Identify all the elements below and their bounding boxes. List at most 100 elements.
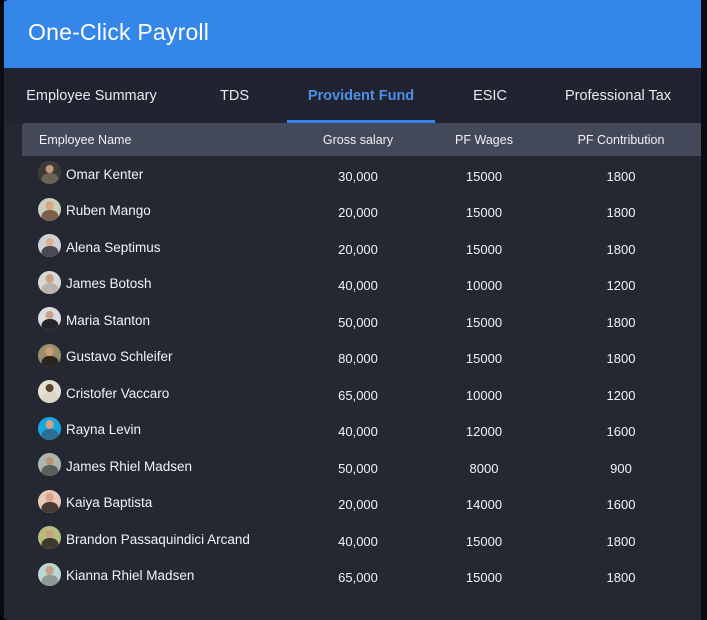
avatar xyxy=(38,380,61,403)
table-row[interactable]: Kaiya Baptista 20,000 14000 1600 xyxy=(0,485,707,522)
cell-gross: 65,000 xyxy=(338,387,378,403)
cell-pf_contrib: 900 xyxy=(610,460,632,476)
cell-name: Kianna Rhiel Madsen xyxy=(66,568,195,584)
avatar-torso xyxy=(40,501,59,513)
cell-name: Rayna Levin xyxy=(66,422,142,438)
avatar-torso xyxy=(40,574,59,586)
avatar-torso xyxy=(40,173,59,184)
table-row[interactable]: Ruben Mango 20,000 15000 1800 xyxy=(0,193,707,230)
tab-label: Professional Tax xyxy=(564,87,672,104)
tab-tds[interactable]: TDS xyxy=(216,68,253,123)
column-header-name[interactable]: Employee Name xyxy=(39,123,131,156)
tab-label: TDS xyxy=(220,87,249,104)
avatar-head xyxy=(45,493,54,502)
tab-professional-tax[interactable]: Professional Tax xyxy=(556,68,680,123)
cell-pf_contrib: 1800 xyxy=(606,314,636,330)
table-header-row: Employee Name Gross salary PF Wages PF Cont… xyxy=(22,123,707,156)
avatar-head xyxy=(45,347,54,356)
tab-label: ESIC xyxy=(473,87,507,104)
avatar-head xyxy=(45,383,54,393)
avatar-head xyxy=(45,310,54,320)
cell-pf_wages: 8000 xyxy=(469,460,499,476)
table-row[interactable]: Brandon Passaquindici Arcand 40,000 15000 1… xyxy=(0,521,707,558)
tab-label: Employee Summary xyxy=(26,87,157,104)
window-right-edge xyxy=(701,0,707,620)
cell-name: Maria Stanton xyxy=(66,312,151,328)
avatar-head xyxy=(45,237,54,247)
cell-name: Alena Septimus xyxy=(66,239,161,255)
cell-pf_contrib: 1800 xyxy=(606,168,636,184)
avatar xyxy=(38,234,61,257)
cell-name: Kaiya Baptista xyxy=(66,495,153,511)
avatar-torso xyxy=(40,538,59,549)
cell-pf_wages: 12000 xyxy=(465,424,503,440)
cell-gross: 40,000 xyxy=(338,424,378,440)
avatar xyxy=(38,197,61,221)
table-row[interactable]: Cristofer Vaccaro 65,000 10000 1200 xyxy=(0,375,707,412)
avatar-torso xyxy=(40,319,59,330)
cell-pf_wages: 15000 xyxy=(465,570,503,586)
cell-pf_wages: 10000 xyxy=(465,278,503,294)
avatar-head xyxy=(45,566,54,575)
app-titlebar: One-Click Payroll xyxy=(0,0,707,68)
cell-pf_contrib: 1600 xyxy=(606,424,636,440)
cell-name: James Rhiel Madsen xyxy=(66,458,193,474)
window-left-edge xyxy=(0,0,4,620)
cell-name: James Botosh xyxy=(66,276,152,292)
avatar-head xyxy=(45,201,54,210)
avatar-torso xyxy=(40,392,59,403)
cell-gross: 50,000 xyxy=(338,314,378,330)
tab-provident-fund[interactable]: Provident Fund xyxy=(287,68,435,123)
cell-name: Omar Kenter xyxy=(66,166,144,182)
cell-pf_contrib: 1800 xyxy=(606,205,636,221)
table-row[interactable]: Gustavo Schleifer 80,000 15000 1800 xyxy=(0,339,707,376)
tab-esic[interactable]: ESIC xyxy=(471,68,509,123)
tab-label: Provident Fund xyxy=(307,87,415,104)
avatar-head xyxy=(45,274,54,283)
avatar-torso xyxy=(40,355,59,367)
cell-pf_contrib: 1200 xyxy=(606,278,636,294)
cell-gross: 40,000 xyxy=(338,278,378,294)
cell-gross: 30,000 xyxy=(338,168,378,184)
avatar xyxy=(38,161,61,184)
avatar xyxy=(38,489,61,513)
table-row[interactable]: Omar Kenter 30,000 15000 1800 xyxy=(0,156,707,193)
avatar-torso xyxy=(40,246,59,257)
avatar-torso xyxy=(40,209,59,221)
table-row[interactable]: Rayna Levin 40,000 12000 1600 xyxy=(0,412,707,449)
cell-gross: 20,000 xyxy=(338,241,378,257)
cell-pf_wages: 15000 xyxy=(465,351,503,367)
cell-pf_wages: 15000 xyxy=(465,314,503,330)
cell-name: Cristofer Vaccaro xyxy=(66,385,170,401)
tab-employee-summary[interactable]: Employee Summary xyxy=(13,68,170,123)
cell-pf_wages: 15000 xyxy=(465,241,503,257)
column-header-pf_wages[interactable]: PF Wages xyxy=(455,123,513,156)
table-row[interactable]: Maria Stanton 50,000 15000 1800 xyxy=(0,302,707,339)
table-row[interactable]: James Rhiel Madsen 50,000 8000 900 xyxy=(0,448,707,485)
table-row[interactable]: Kianna Rhiel Madsen 65,000 15000 1800 xyxy=(0,558,707,595)
app-title: One-Click Payroll xyxy=(28,19,210,45)
avatar-torso xyxy=(40,465,59,476)
avatar xyxy=(38,307,61,330)
table-row[interactable]: James Botosh 40,000 10000 1200 xyxy=(0,266,707,303)
cell-gross: 40,000 xyxy=(338,533,378,549)
table-body: Omar Kenter 30,000 15000 1800 Ruben Mango 20,… xyxy=(0,156,707,620)
avatar xyxy=(38,562,61,586)
column-header-gross[interactable]: Gross salary xyxy=(323,123,393,156)
cell-gross: 80,000 xyxy=(338,351,378,367)
column-header-pf_contrib[interactable]: PF Contribution xyxy=(578,123,665,156)
cell-pf_contrib: 1800 xyxy=(606,570,636,586)
cell-pf_contrib: 1800 xyxy=(606,351,636,367)
cell-pf_wages: 15000 xyxy=(465,168,503,184)
table-row[interactable]: Alena Septimus 20,000 15000 1800 xyxy=(0,229,707,266)
avatar xyxy=(38,343,61,367)
cell-pf_contrib: 1800 xyxy=(606,533,636,549)
cell-pf_wages: 10000 xyxy=(465,387,503,403)
cell-pf_contrib: 1600 xyxy=(606,497,636,513)
avatar-torso xyxy=(40,282,59,294)
avatar-head xyxy=(45,529,54,539)
cell-gross: 50,000 xyxy=(338,460,378,476)
cell-gross: 20,000 xyxy=(338,497,378,513)
avatar xyxy=(38,453,61,476)
cell-pf_wages: 14000 xyxy=(465,497,503,513)
